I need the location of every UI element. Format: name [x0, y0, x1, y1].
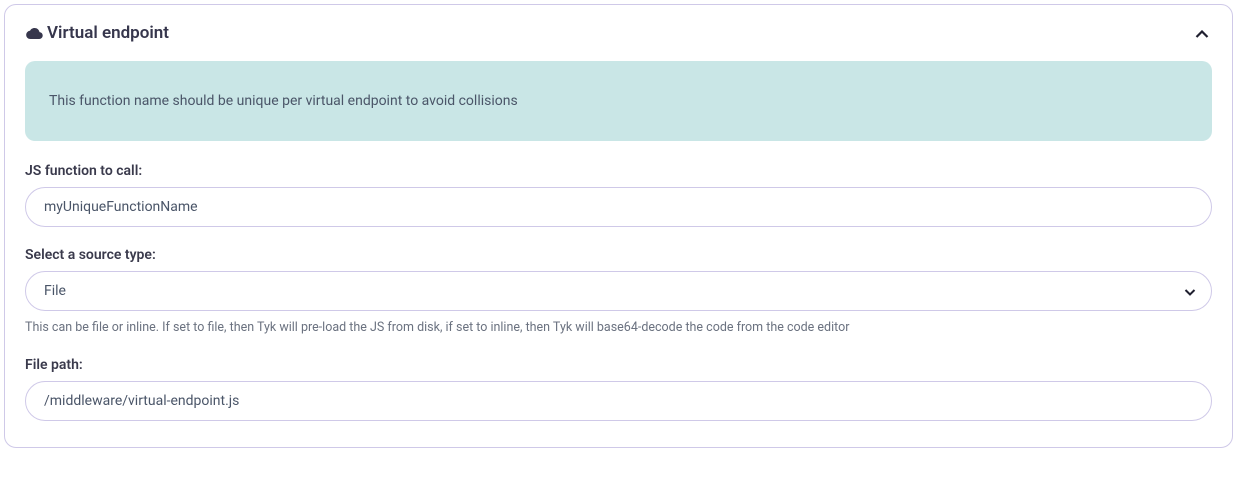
panel-title-wrap: Virtual endpoint — [25, 23, 169, 43]
source-type-label: Select a source type: — [25, 247, 1212, 263]
virtual-endpoint-panel: Virtual endpoint This function name shou… — [4, 4, 1233, 448]
info-banner-text: This function name should be unique per … — [49, 93, 518, 109]
file-path-input[interactable] — [25, 381, 1212, 421]
file-path-label: File path: — [25, 357, 1212, 373]
chevron-up-icon — [1195, 24, 1209, 43]
source-type-select-wrap: File — [25, 271, 1212, 311]
collapse-toggle[interactable] — [1192, 23, 1212, 43]
source-type-group: Select a source type: File This can be f… — [25, 247, 1212, 337]
panel-header: Virtual endpoint — [25, 23, 1212, 43]
js-function-group: JS function to call: — [25, 163, 1212, 227]
js-function-input[interactable] — [25, 187, 1212, 227]
source-type-select[interactable]: File — [25, 271, 1212, 311]
source-type-help: This can be file or inline. If set to fi… — [25, 319, 1212, 337]
info-banner: This function name should be unique per … — [25, 61, 1212, 141]
panel-title: Virtual endpoint — [47, 23, 169, 43]
js-function-label: JS function to call: — [25, 163, 1212, 179]
file-path-group: File path: — [25, 357, 1212, 421]
cloud-icon — [25, 24, 43, 42]
